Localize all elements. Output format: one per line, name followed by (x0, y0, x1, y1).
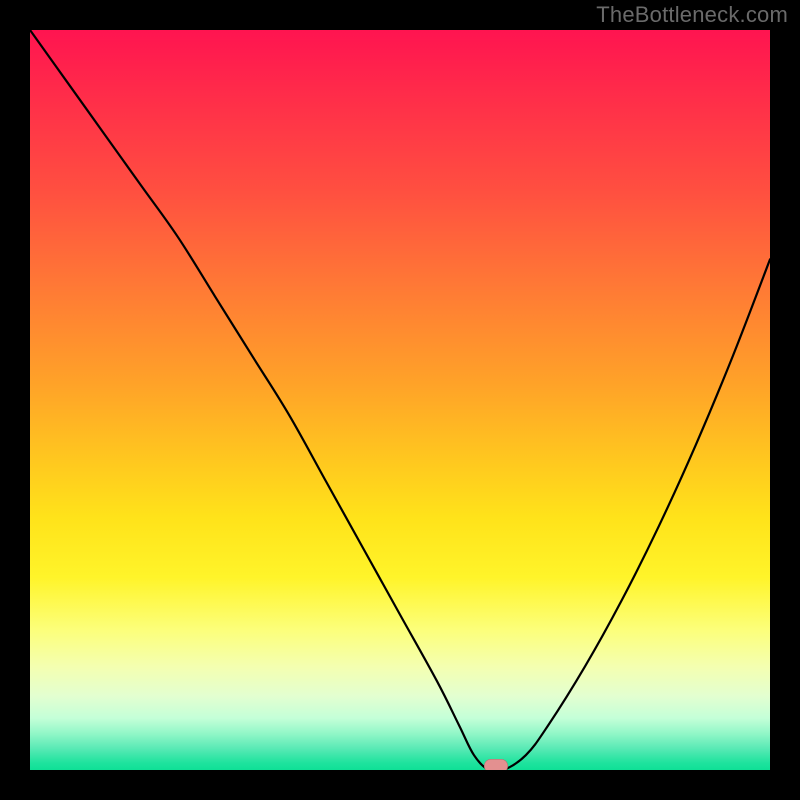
watermark-text: TheBottleneck.com (596, 2, 788, 28)
minimum-marker (484, 759, 508, 770)
bottleneck-curve (30, 30, 770, 770)
plot-area (30, 30, 770, 770)
curve-svg (30, 30, 770, 770)
chart-frame: TheBottleneck.com (0, 0, 800, 800)
